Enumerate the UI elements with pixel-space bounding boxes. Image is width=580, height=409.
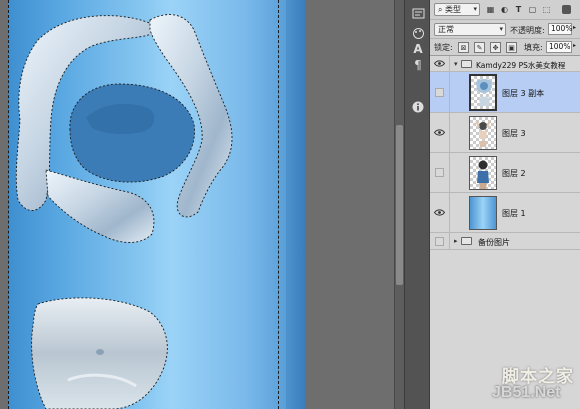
layer-row-layer1[interactable]: 图层 1 <box>430 193 580 233</box>
eye-icon <box>434 60 445 67</box>
chevron-down-icon: ▾ <box>499 25 503 33</box>
fill-label: 填充: <box>524 43 543 52</box>
layer-group-backup[interactable]: ▸ 备份图片 <box>430 233 580 250</box>
layer-thumbnail <box>469 156 497 190</box>
visibility-toggle[interactable] <box>430 72 450 112</box>
layers-panel: ⌕ 类型 ▾ ▦ ◐ T ▢ ⬚ 正常 ▾ 不透明度: 100% ▸ 锁定: ⊠… <box>430 0 580 409</box>
marquee-right-edge <box>278 0 279 409</box>
paragraph-icon[interactable]: ¶ <box>409 56 427 74</box>
hidden-eye-icon <box>435 236 444 246</box>
fill-field[interactable]: 100% <box>546 41 572 53</box>
adjustment-filter-icon[interactable]: ◐ <box>498 3 511 16</box>
lock-row: 锁定: ⊠ ✎ ✥ ▣ 填充: 100% ▸ <box>430 39 580 56</box>
info-icon[interactable] <box>409 98 427 116</box>
layer-name: 图层 2 <box>502 169 526 178</box>
watermark-line2: JB51.Net <box>492 384 561 401</box>
opacity-arrow-icon[interactable]: ▸ <box>573 24 576 31</box>
history-icon[interactable] <box>409 4 427 22</box>
layer-name: 备份图片 <box>478 238 510 247</box>
layer-thumbnail <box>469 74 497 111</box>
layer-filter-row: ⌕ 类型 ▾ ▦ ◐ T ▢ ⬚ <box>430 0 580 20</box>
search-icon: ⌕ <box>438 5 446 14</box>
water-figure-artwork <box>15 14 233 409</box>
chevron-down-icon: ▾ <box>473 5 477 13</box>
layer-row-layer3-copy[interactable]: 图层 3 副本 <box>430 72 580 113</box>
layer-name: 图层 3 <box>502 129 526 138</box>
layer-name: 图层 3 副本 <box>502 89 545 98</box>
shape-filter-icon[interactable]: ▢ <box>526 3 539 16</box>
hidden-eye-icon <box>435 168 444 177</box>
layer-group-kamdy229[interactable]: ▾ Kamdy229 PS水美女教程 <box>430 56 580 72</box>
scrollbar-thumb[interactable] <box>396 125 403 285</box>
visibility-toggle[interactable] <box>430 153 450 192</box>
lock-transparent-icon[interactable]: ⊠ <box>458 42 469 53</box>
group-expanded-icon[interactable]: ▾ <box>454 60 458 68</box>
pixel-filter-icon[interactable]: ▦ <box>484 3 497 16</box>
document-canvas[interactable] <box>8 0 305 409</box>
canvas-area[interactable] <box>0 0 394 409</box>
blend-mode-row: 正常 ▾ 不透明度: 100% ▸ <box>430 20 580 39</box>
lock-position-icon[interactable]: ✥ <box>490 42 501 53</box>
visibility-toggle[interactable] <box>430 233 450 249</box>
fill-arrow-icon[interactable]: ▸ <box>573 42 576 49</box>
layer-filter-dropdown[interactable]: ⌕ 类型 ▾ <box>434 3 480 16</box>
layer-name: 图层 1 <box>502 209 526 218</box>
marquee-left-edge <box>8 0 9 409</box>
layer-filter-label: 类型 <box>445 5 462 14</box>
blend-mode-value: 正常 <box>438 25 454 34</box>
visibility-toggle[interactable] <box>430 56 450 71</box>
layer-name: Kamdy229 PS水美女教程 <box>476 61 566 70</box>
site-watermark-logo: 脚本之家 JB51.Net <box>488 360 580 409</box>
lock-label: 锁定: <box>434 43 453 52</box>
opacity-field[interactable]: 100% <box>548 23 572 35</box>
folder-icon <box>461 60 472 68</box>
eye-icon <box>434 209 445 216</box>
blend-mode-dropdown[interactable]: 正常 ▾ <box>434 23 506 36</box>
canvas-vertical-scrollbar[interactable] <box>394 0 404 409</box>
lock-all-icon[interactable]: ▣ <box>506 42 517 53</box>
opacity-label: 不透明度: <box>510 26 545 35</box>
visibility-toggle[interactable] <box>430 113 450 152</box>
panel-icon-strip: A ¶ <box>404 0 430 409</box>
group-collapsed-icon[interactable]: ▸ <box>454 237 458 245</box>
layer-thumbnail <box>469 196 497 230</box>
folder-icon <box>461 237 472 245</box>
layer-row-layer3[interactable]: 图层 3 <box>430 113 580 153</box>
visibility-toggle[interactable] <box>430 193 450 232</box>
hidden-eye-icon <box>435 87 444 97</box>
layer-row-layer2[interactable]: 图层 2 <box>430 153 580 193</box>
type-filter-icon[interactable]: T <box>512 3 525 16</box>
smart-object-filter-icon[interactable]: ⬚ <box>540 3 553 16</box>
layer-thumbnail <box>469 116 497 150</box>
lock-image-icon[interactable]: ✎ <box>474 42 485 53</box>
eye-icon <box>434 129 445 136</box>
filter-toggle-icon[interactable] <box>562 5 571 14</box>
